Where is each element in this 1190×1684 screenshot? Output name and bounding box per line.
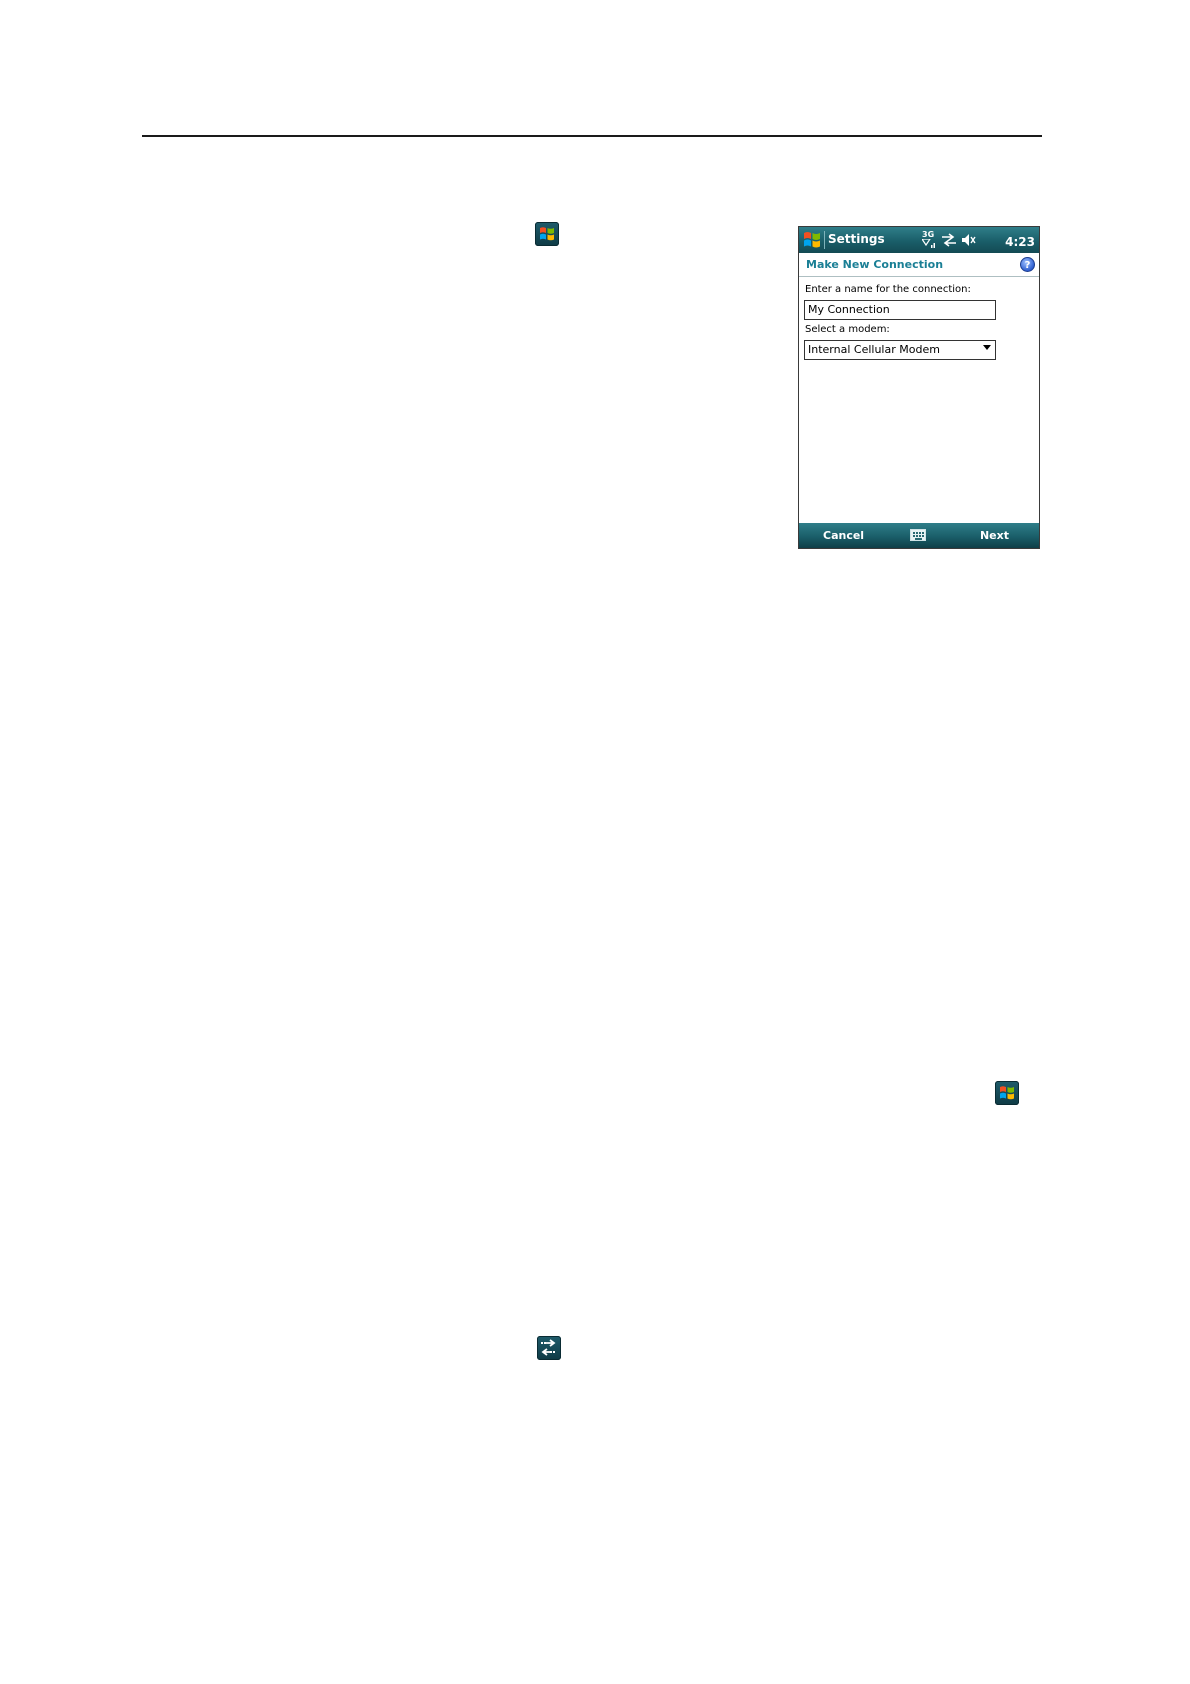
windows-start-icon	[535, 222, 559, 246]
device-screenshot: Settings 3G 4:23 Make New Connection ? E…	[798, 226, 1040, 549]
connectivity-arrows-icon	[942, 233, 956, 247]
cancel-button[interactable]: Cancel	[823, 529, 864, 542]
title-separator	[824, 231, 825, 249]
title-bar: Settings 3G 4:23	[799, 227, 1039, 253]
page-title: Make New Connection	[806, 258, 944, 271]
windows-start-icon[interactable]	[801, 229, 823, 251]
connectivity-arrows-icon	[537, 1336, 561, 1360]
connection-name-input[interactable]: My Connection	[804, 300, 996, 320]
modem-label: Select a modem:	[805, 324, 890, 335]
signal-icon	[922, 239, 935, 248]
network-type-label: 3G	[922, 230, 935, 239]
app-title: Settings	[828, 232, 885, 246]
chevron-down-icon	[983, 345, 991, 350]
next-button[interactable]: Next	[980, 529, 1009, 542]
speaker-muted-icon	[962, 234, 976, 246]
status-area[interactable]: 3G 4:23	[919, 230, 1037, 250]
modem-select[interactable]: Internal Cellular Modem	[804, 340, 996, 360]
header-rule	[142, 135, 1042, 137]
keyboard-icon[interactable]	[910, 529, 926, 541]
connection-name-label: Enter a name for the connection:	[805, 284, 971, 295]
modem-select-value: Internal Cellular Modem	[808, 343, 940, 356]
windows-start-icon	[995, 1081, 1019, 1105]
softkey-bar: Cancel Next	[799, 523, 1039, 548]
help-icon[interactable]: ?	[1020, 257, 1035, 272]
clock: 4:23	[1005, 235, 1035, 249]
page-header: Make New Connection ?	[799, 253, 1039, 277]
